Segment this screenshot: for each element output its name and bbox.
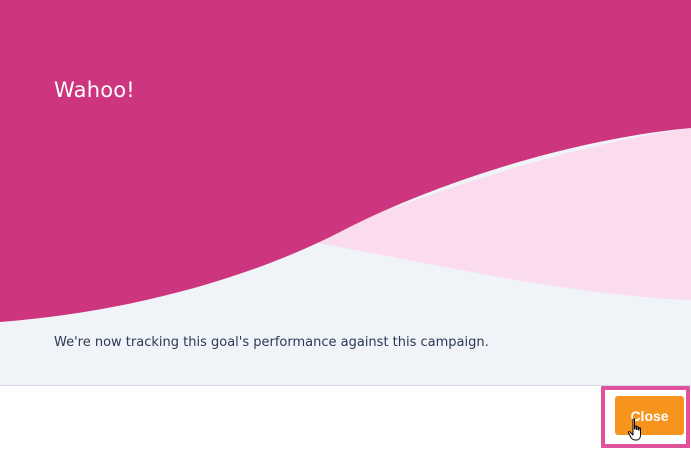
close-button[interactable]: Close: [615, 396, 684, 435]
success-dialog: Wahoo! We're now tracking this goal's pe…: [0, 0, 691, 464]
hero-banner: Wahoo! We're now tracking this goal's pe…: [0, 0, 691, 385]
dialog-message: We're now tracking this goal's performan…: [54, 335, 489, 350]
dialog-footer: [0, 386, 691, 464]
wave-decoration: [0, 0, 691, 322]
dialog-title: Wahoo!: [54, 78, 135, 102]
hand-pointer-icon: [627, 418, 641, 441]
